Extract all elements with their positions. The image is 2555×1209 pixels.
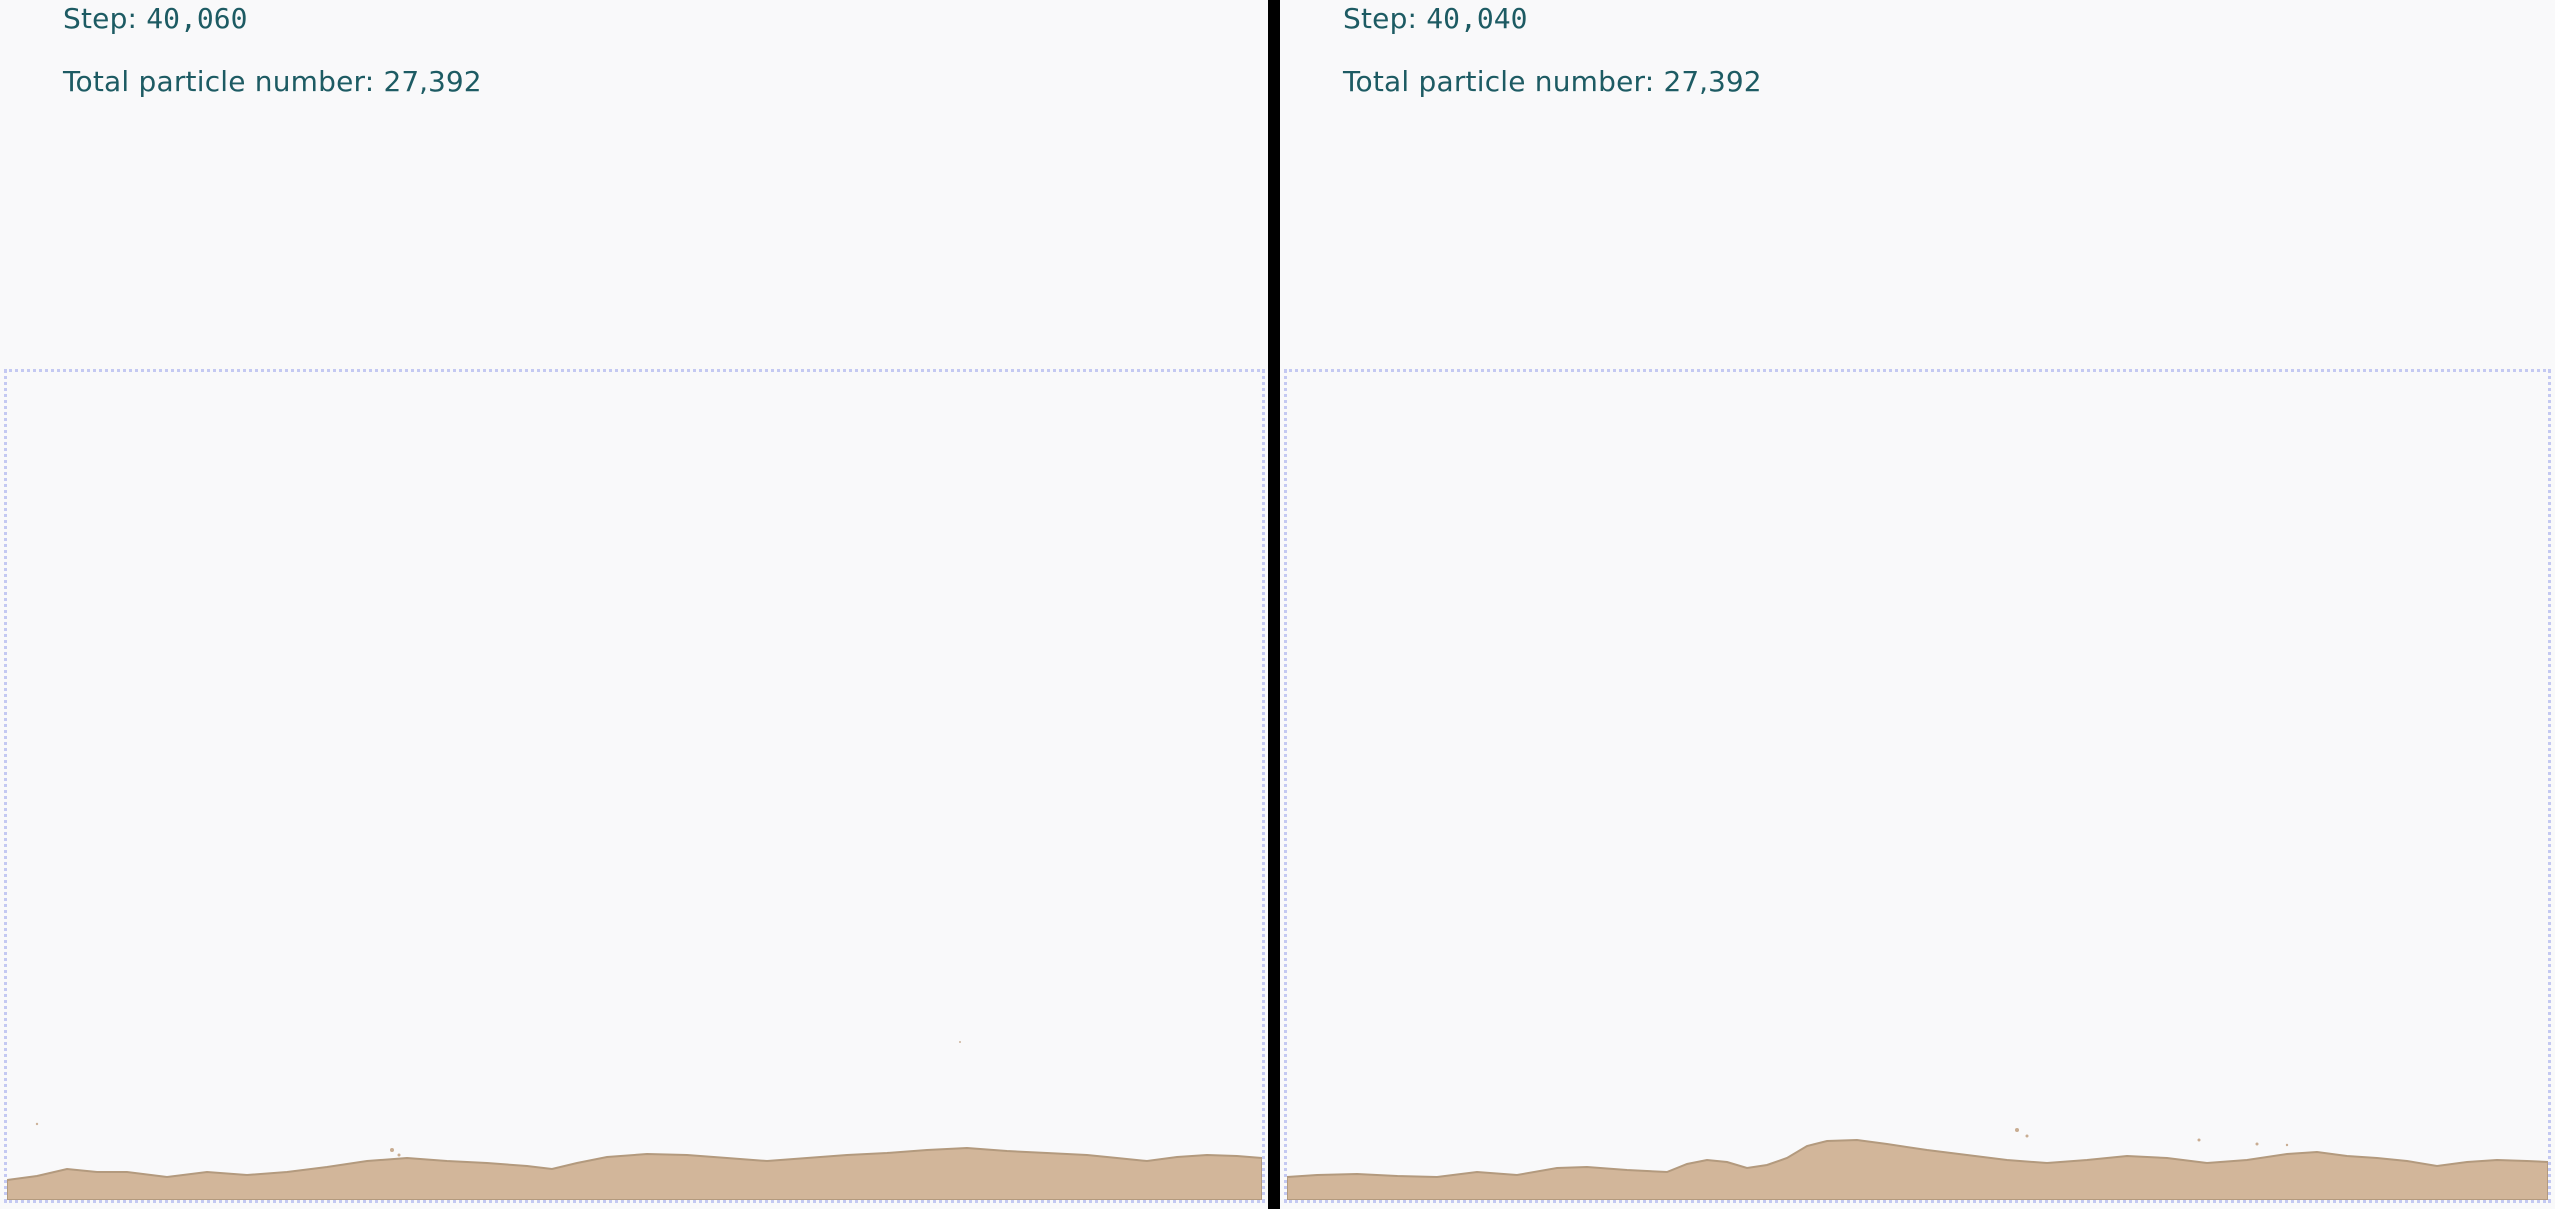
splash-particle	[390, 1148, 394, 1152]
step-readout: Step: 40,040	[1343, 2, 1527, 36]
simulation-domain	[1284, 369, 2551, 1203]
splash-particle	[2255, 1142, 2259, 1146]
splash-particle	[959, 1041, 961, 1043]
sand-layer	[7, 1041, 1262, 1200]
sand-bed	[1287, 1138, 2548, 1200]
particle-count-value: 27,392	[383, 65, 482, 98]
step-label: Step:	[1343, 2, 1427, 35]
sand-bed	[7, 1146, 1262, 1200]
simulation-panel-right: Step: 40,040 Total particle number: 27,3…	[1280, 0, 2555, 1209]
splash-particle	[35, 1122, 39, 1126]
splash-particle	[2197, 1138, 2201, 1142]
particle-count-readout: Total particle number: 27,392	[1343, 65, 1762, 99]
simulation-domain	[4, 369, 1265, 1203]
particle-count-value: 27,392	[1663, 65, 1762, 98]
particle-count-label: Total particle number:	[1343, 65, 1664, 98]
sand-layer	[1287, 1128, 2548, 1200]
splash-particle	[397, 1153, 401, 1157]
simulation-panel-left: Step: 40,060 Total particle number: 27,3…	[0, 0, 1268, 1209]
step-readout: Step: 40,060	[63, 2, 247, 36]
particle-count-readout: Total particle number: 27,392	[63, 65, 482, 99]
splash-particle	[2025, 1134, 2029, 1138]
splash-particle	[2015, 1128, 2019, 1132]
step-label: Step:	[63, 2, 147, 35]
step-value: 40,040	[1426, 2, 1528, 35]
splash-particle	[2285, 1143, 2289, 1147]
step-value: 40,060	[146, 2, 248, 35]
particle-count-label: Total particle number:	[63, 65, 384, 98]
simulation-comparison-view: Step: 40,060 Total particle number: 27,3…	[0, 0, 2555, 1209]
